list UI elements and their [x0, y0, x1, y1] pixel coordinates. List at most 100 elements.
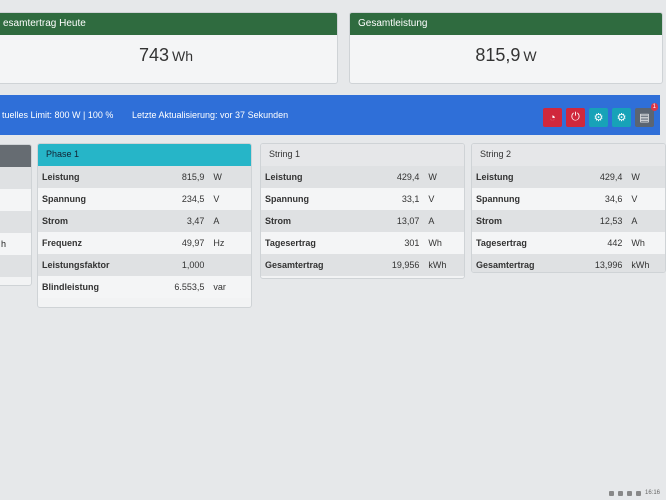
row-value: 19,956	[362, 254, 424, 276]
row-unit: Hz	[208, 232, 251, 254]
table-row: Gesamtertrag 19,956 kWh	[261, 254, 464, 276]
table-row: Blindleistung 6.553,5 var	[38, 276, 251, 298]
row-unit: kWh	[626, 254, 665, 272]
table-row: Gesamtertrag 13,996 kWh	[472, 254, 665, 272]
table-row: Leistung 429,4 W	[472, 166, 665, 188]
row-value: 12,53	[568, 210, 627, 232]
tray-icon[interactable]	[617, 490, 623, 496]
row-label: Strom	[38, 210, 145, 232]
total-power-value: 815,9	[475, 45, 521, 65]
row-unit	[208, 254, 251, 276]
gauge-button[interactable]: ◔	[543, 108, 562, 127]
table-row: Tagesertrag 301 Wh	[261, 232, 464, 254]
tray-icon[interactable]	[626, 490, 632, 496]
row-label: Blindleistung	[38, 276, 145, 298]
table-row: Strom 13,07 A	[261, 210, 464, 232]
row-label: Leistung	[472, 166, 569, 188]
row-label: Frequenz	[38, 232, 145, 254]
row-value: 49,97	[144, 232, 209, 254]
partial-cell	[0, 189, 31, 211]
total-power-value-wrap: 815,9 W	[350, 35, 662, 66]
partial-cell	[0, 211, 31, 233]
partial-panel-table: h	[0, 167, 31, 277]
phase1-table: Leistung 815,9 W Spannung 234,5 V Strom 3,47 A…	[38, 166, 251, 298]
today-yield-value-wrap: 743 Wh	[0, 35, 337, 66]
tray-clock[interactable]: 16:16	[645, 490, 660, 496]
tray-icon[interactable]	[635, 490, 641, 496]
power-button[interactable]: ⏻	[566, 108, 585, 127]
today-yield-unit: Wh	[172, 48, 194, 64]
row-label: Tagesertrag	[261, 232, 363, 254]
settings-icon: ⚙	[593, 112, 604, 124]
row-unit: V	[208, 188, 251, 210]
row-value: 815,9	[144, 166, 209, 188]
row-label: Leistung	[38, 166, 145, 188]
row-label: Gesamtertrag	[472, 254, 569, 272]
table-row: Leistungsfaktor 1,000	[38, 254, 251, 276]
row-unit: var	[208, 276, 251, 298]
row-unit: V	[626, 188, 665, 210]
settings-button[interactable]: ⚙	[589, 108, 608, 127]
today-yield-card: esamtertrag Heute 743 Wh	[0, 12, 338, 84]
table-row: Leistung 429,4 W	[261, 166, 464, 188]
phase1-panel: Phase 1 Leistung 815,9 W Spannung 234,5 V St…	[37, 143, 252, 308]
row-label: Spannung	[261, 188, 363, 210]
row-value: 3,47	[144, 210, 209, 232]
table-row: Spannung 34,6 V	[472, 188, 665, 210]
partial-panel: h	[0, 144, 32, 286]
string1-title: String 1	[261, 144, 464, 166]
row-unit: Wh	[626, 232, 665, 254]
row-value: 13,996	[568, 254, 627, 272]
row-label: Leistung	[261, 166, 363, 188]
row-unit: W	[208, 166, 251, 188]
row-value: 34,6	[568, 188, 627, 210]
row-value: 33,1	[362, 188, 424, 210]
string2-panel: String 2 Leistung 429,4 W Spannung 34,6 V St…	[471, 143, 666, 273]
notification-badge: 1	[650, 103, 658, 111]
last-update-text: Letzte Aktualisierung: vor 37 Sekunden	[132, 110, 289, 120]
row-value: 301	[362, 232, 424, 254]
today-yield-title: esamtertrag Heute	[0, 13, 337, 35]
power-icon: ⏻	[571, 111, 580, 123]
phase1-title: Phase 1	[38, 144, 251, 166]
row-value: 13,07	[362, 210, 424, 232]
string2-table: Leistung 429,4 W Spannung 34,6 V Strom 12,53 A…	[472, 166, 665, 272]
row-unit: A	[208, 210, 251, 232]
row-unit: Wh	[423, 232, 464, 254]
string1-panel: String 1 Leistung 429,4 W Spannung 33,1 V St…	[260, 143, 465, 279]
settings-icon: ⚙	[616, 112, 627, 124]
row-value: 6.553,5	[144, 276, 209, 298]
row-value: 429,4	[362, 166, 424, 188]
row-label: Spannung	[38, 188, 145, 210]
row-label: Leistungsfaktor	[38, 254, 145, 276]
string2-title: String 2	[472, 144, 665, 166]
partial-cell: h	[0, 233, 31, 255]
inverter-status-bar: tuelles Limit: 800 W | 100 % Letzte Aktu…	[0, 95, 660, 135]
row-value: 234,5	[144, 188, 209, 210]
row-label: Spannung	[472, 188, 569, 210]
row-label: Strom	[261, 210, 363, 232]
document-icon: ▤	[639, 112, 650, 124]
table-row: Spannung 33,1 V	[261, 188, 464, 210]
settings-button-2[interactable]: ⚙	[612, 108, 631, 127]
toolbar: ◔ ⏻ ⚙ ⚙ ▤ 1	[543, 103, 658, 127]
limit-text: tuelles Limit: 800 W | 100 %	[2, 110, 114, 120]
tray-icon[interactable]	[608, 490, 614, 496]
today-yield-value: 743	[138, 45, 170, 65]
table-row: Leistung 815,9 W	[38, 166, 251, 188]
partial-panel-header	[0, 145, 31, 167]
string1-table: Leistung 429,4 W Spannung 33,1 V Strom 13,07 A…	[261, 166, 464, 276]
row-unit: kWh	[423, 254, 464, 276]
row-unit: A	[626, 210, 665, 232]
event-log-button[interactable]: ▤ 1	[635, 103, 658, 127]
table-row: Spannung 234,5 V	[38, 188, 251, 210]
table-row: Frequenz 49,97 Hz	[38, 232, 251, 254]
row-label: Tagesertrag	[472, 232, 569, 254]
partial-cell	[0, 255, 31, 277]
partial-cell	[0, 167, 31, 189]
table-row: Strom 12,53 A	[472, 210, 665, 232]
row-value: 429,4	[568, 166, 627, 188]
row-label: Strom	[472, 210, 569, 232]
system-tray: 16:16	[608, 490, 660, 496]
row-unit: A	[423, 210, 464, 232]
